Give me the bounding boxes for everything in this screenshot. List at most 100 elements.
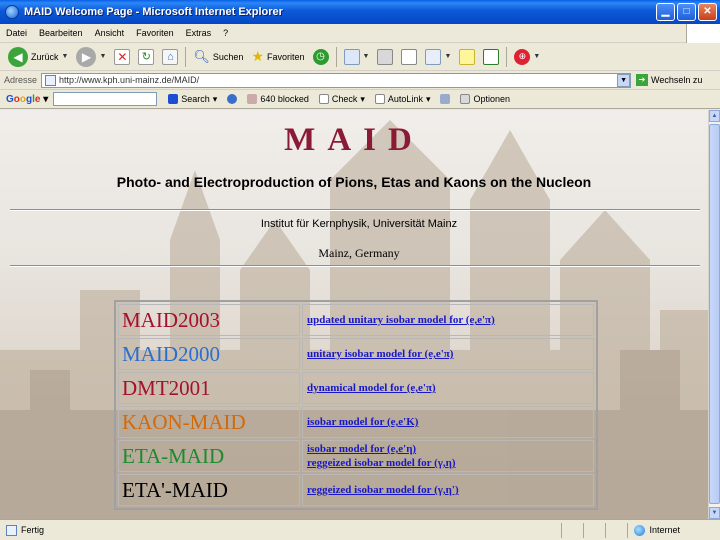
search-button[interactable]: 🔍︎ Suchen <box>189 45 247 69</box>
go-arrow-icon: ➔ <box>636 74 649 86</box>
model-link[interactable]: reggeized isobar model for (γ,η') <box>307 483 593 497</box>
maximize-button[interactable]: □ <box>677 3 696 21</box>
status-panel <box>583 522 605 538</box>
model-links-cell: isobar model for (e,e'η) reggeized isobar… <box>302 440 594 472</box>
menu-favorites[interactable]: Favoriten <box>130 28 180 38</box>
research-button[interactable] <box>479 45 503 69</box>
dropdown-arrow-icon: ▼ <box>61 53 69 60</box>
model-link[interactable]: isobar model for (e,e'K) <box>307 415 593 429</box>
dropdown-arrow-icon: ▼ <box>99 53 107 60</box>
back-arrow-icon: ◀ <box>8 46 28 67</box>
scroll-up-arrow-icon[interactable]: ▲ <box>709 110 720 122</box>
model-name: KAON-MAID <box>118 406 300 438</box>
printer-icon <box>377 48 394 65</box>
model-name: ETA-MAID <box>118 440 300 472</box>
page-subtitle: Photo- and Electroproduction of Pions, E… <box>116 174 592 190</box>
dropdown-arrow-icon: ▼ <box>533 53 541 60</box>
menu-file[interactable]: Datei <box>0 28 33 38</box>
back-button[interactable]: ◀ Zurück ▼ <box>4 45 72 69</box>
google-options-button[interactable]: Optionen <box>455 94 515 104</box>
menu-bar: Datei Bearbeiten Ansicht Favoriten Extra… <box>0 24 720 43</box>
history-button[interactable]: ◷ <box>309 45 333 69</box>
google-toolbar: Google ▾ Search ▾ 640 blocked Check ▾ Au… <box>0 90 720 109</box>
ie-icon <box>5 5 19 19</box>
google-search-button[interactable]: Search ▾ <box>163 94 222 105</box>
standard-toolbar: ◀ Zurück ▼ ▶ ▼ ✕ ↻ ⌂ 🔍︎ Suchen ★ Favorit… <box>0 43 720 71</box>
refresh-button[interactable]: ↻ <box>134 45 158 69</box>
scrollbar-thumb[interactable] <box>709 124 720 504</box>
model-link[interactable]: updated unitary isobar model for (e,e'π) <box>307 313 593 327</box>
model-row: MAID2000 unitary isobar model for (e,e'π) <box>118 338 594 370</box>
status-bar: Fertig Internet <box>0 519 720 540</box>
vertical-scrollbar[interactable]: ▲ ▼ <box>708 110 720 519</box>
autofill-button[interactable] <box>435 94 455 104</box>
toolbar-separator <box>506 46 508 67</box>
status-panel <box>561 522 583 538</box>
forward-button[interactable]: ▶ ▼ <box>72 45 110 69</box>
menu-tools[interactable]: Extras <box>180 28 218 38</box>
page-icon <box>45 74 57 86</box>
research-icon <box>483 48 500 65</box>
location: Mainz, Germany <box>318 246 400 260</box>
stop-button[interactable]: ✕ <box>110 45 134 69</box>
autolink-button[interactable]: AutoLink ▾ <box>370 94 436 105</box>
close-button[interactable]: ✕ <box>698 3 717 21</box>
institute-name: Institut für Kernphysik, Universität Mai… <box>260 218 458 230</box>
notes-button[interactable] <box>455 45 479 69</box>
favorites-button[interactable]: ★ Favoriten <box>247 45 308 69</box>
divider <box>10 209 700 211</box>
model-links-cell: reggeized isobar model for (γ,η') <box>302 474 594 506</box>
forward-arrow-icon: ▶ <box>76 46 97 67</box>
discuss-button[interactable]: ▼ <box>421 45 455 69</box>
address-dropdown-icon[interactable]: ▼ <box>617 73 631 87</box>
model-link[interactable]: isobar model for (e,e'η) <box>307 442 593 456</box>
search-icon: 🔍︎ <box>193 48 210 64</box>
minimize-button[interactable]: ▁ <box>656 3 675 21</box>
google-search-input[interactable] <box>53 92 158 106</box>
page-done-icon <box>6 524 17 536</box>
google-site-search-button[interactable] <box>222 94 242 104</box>
divider <box>10 265 700 267</box>
address-url: http://www.kph.uni-mainz.de/MAID/ <box>59 75 200 85</box>
address-input[interactable]: http://www.kph.uni-mainz.de/MAID/ ▼ <box>41 72 632 88</box>
address-label: Adresse <box>4 75 38 85</box>
model-table: MAID2003 updated unitary isobar model for… <box>114 300 598 510</box>
internet-globe-icon <box>634 524 646 536</box>
mail-icon <box>343 48 360 65</box>
translate-button[interactable]: ⊕ ▼ <box>510 45 544 69</box>
model-row: DMT2001 dynamical model for (e,e'π) <box>118 372 594 404</box>
edit-button[interactable] <box>397 45 421 69</box>
menu-edit[interactable]: Bearbeiten <box>33 28 89 38</box>
model-row: ETA'-MAID reggeized isobar model for (γ,η… <box>118 474 594 506</box>
status-text: Fertig <box>21 525 45 535</box>
home-button[interactable]: ⌂ <box>158 45 182 69</box>
popup-blocker-button[interactable]: 640 blocked <box>242 94 314 104</box>
home-icon: ⌂ <box>162 48 179 65</box>
scroll-down-arrow-icon[interactable]: ▼ <box>709 507 720 519</box>
browser-window: MAID Welcome Page - Microsoft Internet E… <box>0 0 720 540</box>
spell-check-icon <box>318 94 329 104</box>
google-logo-icon: Google ▾ <box>6 93 49 105</box>
model-link[interactable]: reggeized isobar model for (γ,η) <box>307 456 593 470</box>
model-link[interactable]: dynamical model for (e,e'π) <box>307 381 593 395</box>
model-name: MAID2003 <box>118 304 300 336</box>
menu-help[interactable]: ? <box>217 28 234 38</box>
options-icon <box>460 94 471 104</box>
go-button[interactable]: ➔ Wechseln zu <box>631 74 707 86</box>
note-icon <box>459 48 476 65</box>
autolink-icon <box>374 94 385 104</box>
model-links-cell: isobar model for (e,e'K) <box>302 406 594 438</box>
google-g-icon <box>168 94 179 104</box>
model-links-cell: dynamical model for (e,e'π) <box>302 372 594 404</box>
status-panel <box>605 522 627 538</box>
print-button[interactable] <box>373 45 397 69</box>
model-link[interactable]: unitary isobar model for (e,e'π) <box>307 347 593 361</box>
spell-check-button[interactable]: Check ▾ <box>314 94 370 105</box>
menu-view[interactable]: Ansicht <box>89 28 131 38</box>
model-name: DMT2001 <box>118 372 300 404</box>
windows-logo-icon <box>686 24 720 43</box>
toolbar-separator <box>335 46 337 67</box>
history-icon: ◷ <box>312 48 329 65</box>
mail-button[interactable]: ▼ <box>340 45 374 69</box>
dropdown-arrow-icon: ▼ <box>444 53 452 60</box>
